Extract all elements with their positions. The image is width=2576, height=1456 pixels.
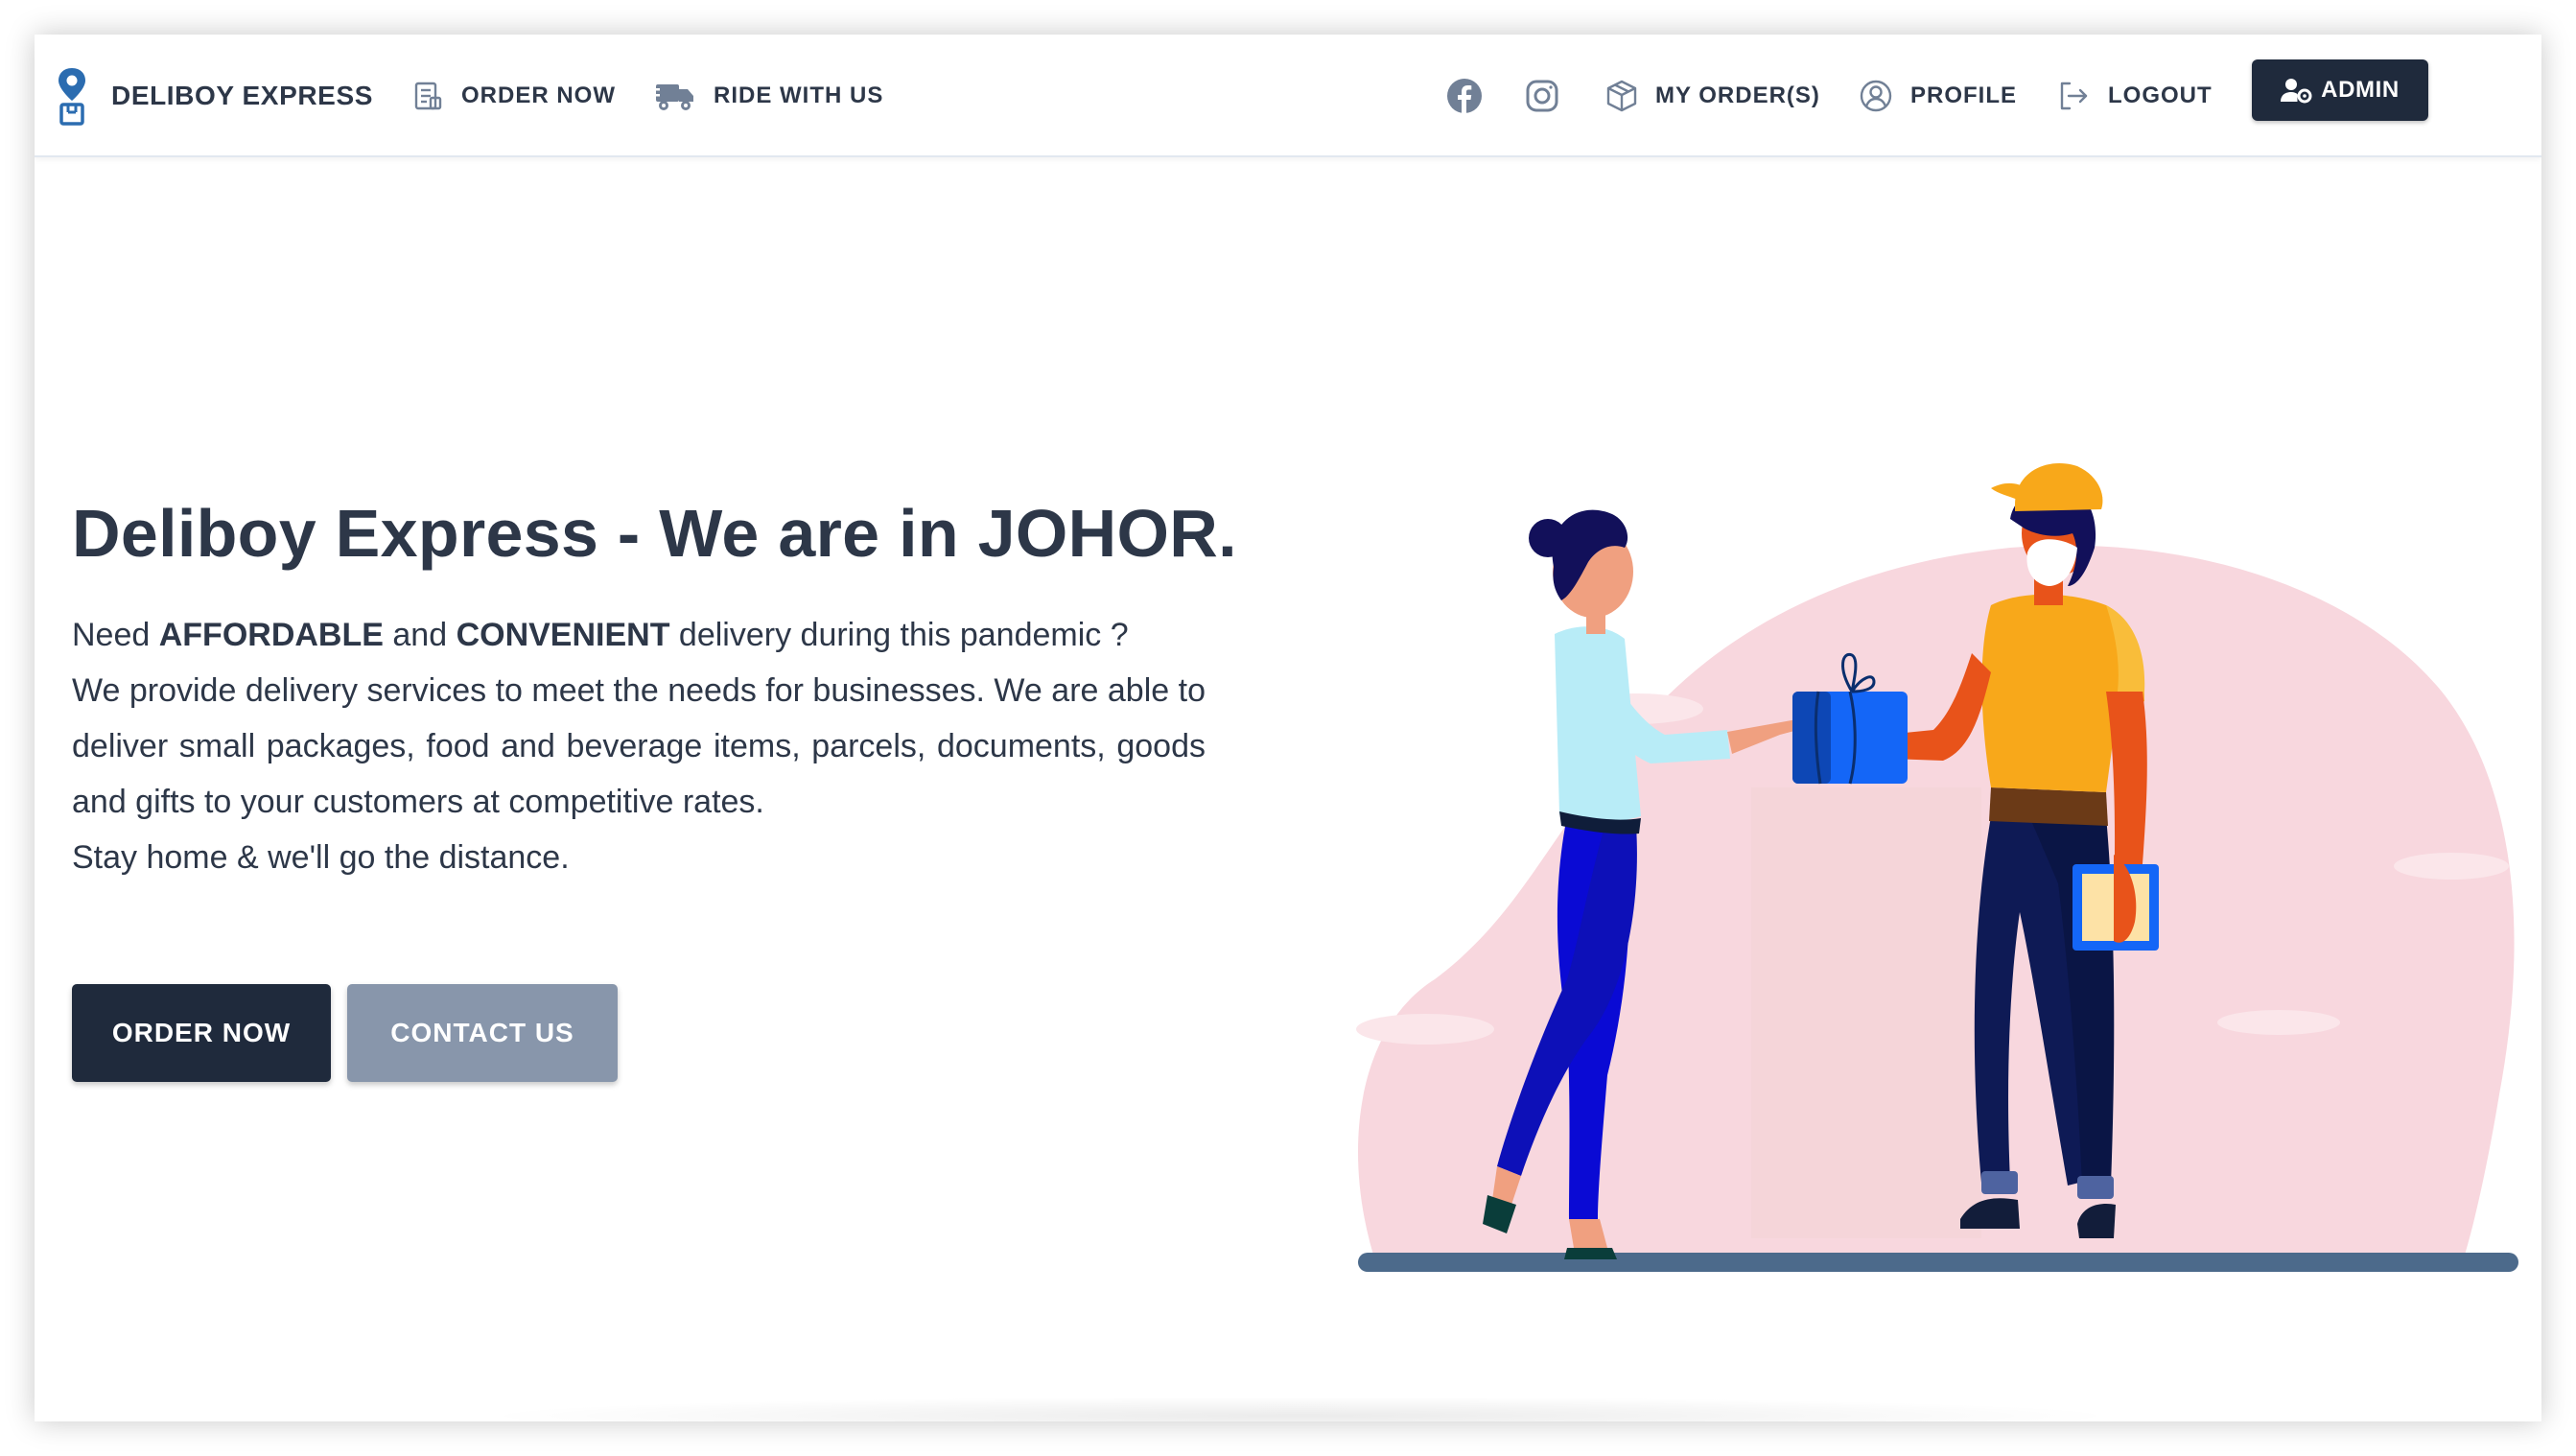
delivery-truck-icon bbox=[652, 77, 696, 115]
admin-button[interactable]: ADMIN bbox=[2252, 59, 2428, 121]
receipt-icon bbox=[411, 80, 444, 112]
convenient-highlight: CONVENIENT bbox=[456, 617, 670, 653]
browser-page: DELIBOY EXPRESS ORDER NOW RIDE WITH US M… bbox=[35, 35, 2541, 1421]
instagram-icon[interactable] bbox=[1521, 75, 1563, 117]
affordable-highlight: AFFORDABLE bbox=[158, 617, 384, 653]
nav-profile[interactable]: PROFILE bbox=[1859, 73, 2017, 119]
admin-button-label: ADMIN bbox=[2321, 77, 2400, 103]
nav-profile-label: PROFILE bbox=[1910, 82, 2018, 108]
brand-name: DELIBOY EXPRESS bbox=[111, 81, 374, 110]
delivery-illustration bbox=[1356, 462, 2518, 1272]
navbar: DELIBOY EXPRESS ORDER NOW RIDE WITH US M… bbox=[35, 35, 2541, 157]
hero-question-suffix: delivery during this pandemic ? bbox=[669, 617, 1129, 653]
nav-my-orders[interactable]: MY ORDER(S) bbox=[1605, 73, 1820, 119]
hero-description: Need AFFORDABLE and CONVENIENT delivery … bbox=[72, 607, 1206, 885]
page-bottom-shadow bbox=[476, 1397, 2125, 1421]
logout-icon bbox=[2056, 79, 2091, 113]
nav-my-orders-label: MY ORDER(S) bbox=[1655, 82, 1820, 108]
order-now-button[interactable]: ORDER NOW bbox=[72, 984, 331, 1082]
user-circle-icon bbox=[1859, 79, 1893, 113]
hero-closing: Stay home & we'll go the distance. bbox=[72, 839, 570, 876]
facebook-icon[interactable] bbox=[1443, 75, 1486, 117]
nav-order-now[interactable]: ORDER NOW bbox=[411, 73, 616, 119]
location-pin-logo-icon bbox=[59, 68, 85, 126]
nav-ride-with-us-label: RIDE WITH US bbox=[714, 82, 884, 108]
hero-question: Need AFFORDABLE and CONVENIENT delivery … bbox=[72, 607, 1206, 663]
nav-logout[interactable]: LOGOUT bbox=[2056, 73, 2213, 119]
hero-title: Deliboy Express - We are in JOHOR. bbox=[72, 496, 1237, 571]
nav-ride-with-us[interactable]: RIDE WITH US bbox=[652, 73, 883, 119]
nav-logout-label: LOGOUT bbox=[2108, 82, 2213, 108]
nav-order-now-label: ORDER NOW bbox=[461, 82, 616, 108]
hero-question-prefix: Need bbox=[72, 617, 159, 653]
package-box-icon bbox=[1605, 79, 1638, 113]
brand[interactable]: DELIBOY EXPRESS bbox=[56, 61, 373, 130]
hero-question-middle: and bbox=[383, 617, 457, 653]
contact-us-button[interactable]: CONTACT US bbox=[347, 984, 618, 1082]
hero-paragraph: We provide delivery services to meet the… bbox=[72, 672, 1206, 820]
user-cog-icon bbox=[2281, 77, 2313, 104]
